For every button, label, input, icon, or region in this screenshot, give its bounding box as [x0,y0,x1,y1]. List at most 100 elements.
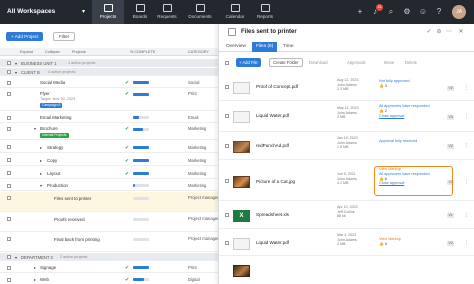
pdf-thumbnail[interactable] [233,111,250,123]
task-name[interactable]: Files sent to printer [54,196,91,201]
select-all-checkbox[interactable] [225,60,229,65]
task-checkbox[interactable] [228,28,236,36]
file-checkbox[interactable] [225,144,229,148]
more-options-icon[interactable]: ⋮ [464,179,469,185]
search-icon[interactable]: ⌕ [386,7,396,17]
tab-files[interactable]: Files (6) [252,42,278,52]
group-row[interactable]: ▾ DEPARTMENT 3 2 active projects [0,253,218,261]
nav-requests[interactable]: Requests [151,0,183,24]
more-options-icon[interactable]: ⋮ [464,143,469,149]
link-icon[interactable]: ⊘ [435,28,443,36]
close-icon[interactable]: ✕ [457,28,465,36]
file-name[interactable]: Spreadsheet.xls [256,212,289,217]
task-name[interactable]: Copy [47,158,57,163]
nav-reports[interactable]: Reports [249,0,281,24]
version-badge[interactable]: V2 [447,241,455,246]
internal-projects-tag[interactable]: Internal Projects [40,133,69,138]
expand-arrow-icon[interactable]: ▾ [15,70,17,75]
task-name[interactable]: Production [47,183,68,188]
row-checkbox[interactable] [7,277,11,282]
row-checkbox[interactable] [7,217,11,221]
task-row-selected[interactable]: Files sent to printer Project management [0,192,227,212]
project-name[interactable]: Brochure [40,126,58,131]
download-button[interactable]: Download [309,58,328,67]
row-checkbox[interactable] [7,70,11,74]
project-row[interactable]: Social Media ✔ Social [0,77,218,88]
project-row[interactable]: ▾ Brochure Internal Projects ✔ Marketing [0,124,218,140]
expand-arrow-icon[interactable]: ▸ [40,145,42,150]
row-checkbox[interactable] [7,92,11,96]
help-icon[interactable]: ? [434,7,444,17]
file-checkbox[interactable] [225,179,229,183]
file-checkbox[interactable] [225,114,229,118]
nav-calendar[interactable]: Calendar [219,0,251,24]
task-name[interactable]: Proofs received [54,217,85,222]
campaign-tag[interactable]: Campaign A [40,103,63,108]
project-row[interactable]: ▸ Signage ✔ Print [0,262,218,273]
project-name[interactable]: Email Marketing [40,115,71,120]
version-badge[interactable]: V1 [447,213,455,218]
expand-link[interactable]: Expand [20,48,33,56]
more-options-icon[interactable]: ⋮ [464,212,469,218]
task-row[interactable]: ▾ Production Marketing [0,180,218,191]
project-name[interactable]: Web [40,277,49,282]
file-checkbox[interactable] [225,241,229,245]
file-row[interactable]: Liquid Water.pdf Mar 3, 2023 John Adams 2 … [219,230,474,256]
expand-arrow-icon[interactable]: ▸ [34,265,36,270]
file-row[interactable]: X Spreadsheet.xls Apr 10, 2023 Jeff Colli… [219,202,474,229]
check-icon[interactable]: ✓ [425,28,433,36]
tab-overview[interactable]: Overview [222,42,250,52]
nav-projects[interactable]: Projects [92,0,124,24]
task-row[interactable]: Proofs received Project management [0,213,227,232]
file-name[interactable]: redPunchAd.pdf [256,143,289,148]
excel-icon[interactable]: X [233,210,250,222]
add-project-button[interactable]: + Add Project [6,32,44,41]
task-row[interactable]: ▸ Strategy ✔ Marketing [0,141,218,153]
project-row[interactable]: ▸ Web ✔ Digital [0,274,218,284]
pdf-thumbnail[interactable] [233,238,250,250]
row-checkbox[interactable] [7,61,11,65]
approvals-button[interactable]: Approvals [347,58,366,67]
projects-column[interactable]: Projects [72,48,86,56]
expand-arrow-icon[interactable]: ▾ [34,126,36,131]
row-checkbox[interactable] [7,115,11,120]
more-options-icon[interactable]: ⋮ [464,114,469,120]
view-markup-link[interactable]: View Markup [379,237,401,241]
row-checkbox[interactable] [7,171,11,175]
row-checkbox[interactable] [7,265,11,270]
version-badge[interactable]: V3 [447,115,455,120]
expand-arrow-icon[interactable]: ▾ [15,255,17,260]
file-row[interactable]: Liquid Water.pdf May 11, 2023 John Adams 2… [219,102,474,132]
task-row[interactable]: Final back from printing Project managem… [0,233,227,252]
file-name[interactable]: Liquid Water.pdf [256,113,289,118]
group-row[interactable]: ▾ CLIENT B 4 active projects [0,68,218,76]
file-name[interactable]: Picture of a Cat.jpg [256,179,295,184]
more-options-icon[interactable]: ⋮ [464,85,469,91]
version-badge[interactable]: V2 [447,144,455,149]
file-row[interactable]: redPunchAd.pdf Jan 19, 2023 John Adams 1.5… [219,133,474,160]
gear-icon[interactable]: ⚙ [402,7,412,17]
move-button[interactable]: Move [384,58,394,67]
row-checkbox[interactable] [7,183,11,188]
avatar[interactable]: JA [452,5,466,19]
task-name[interactable]: Layout [47,171,60,176]
chevron-down-icon[interactable]: ▾ [82,8,85,15]
project-name[interactable]: Social Media [40,80,65,85]
complete-column[interactable]: % COMPLETE [130,48,155,56]
expand-arrow-icon[interactable]: ▸ [40,171,42,176]
pdf-thumbnail[interactable] [233,82,250,94]
file-checkbox[interactable] [225,85,229,89]
project-row[interactable]: Flyer Target: Nov 30, 2023 Campaign A ✔ … [0,89,218,111]
file-name[interactable]: Proof of Concept.pdf [256,84,298,89]
nav-documents[interactable]: Documents [184,0,216,24]
task-name[interactable]: Strategy [47,145,63,150]
collapse-link[interactable]: Collapse [45,48,60,56]
version-badge[interactable]: V2 [447,86,455,91]
image-thumbnail[interactable] [233,176,250,188]
tab-time[interactable]: Time [279,42,297,52]
workspace-selector[interactable]: All Workspaces [7,8,55,15]
file-row[interactable]: Proof of Concept.pdf Aug 12, 2023 John Ad… [219,76,474,101]
task-row[interactable]: ▸ Copy ✔ Marketing [0,154,218,166]
close-approval-link[interactable]: Close approval [379,114,404,118]
add-file-button[interactable]: + Add File [236,58,261,67]
